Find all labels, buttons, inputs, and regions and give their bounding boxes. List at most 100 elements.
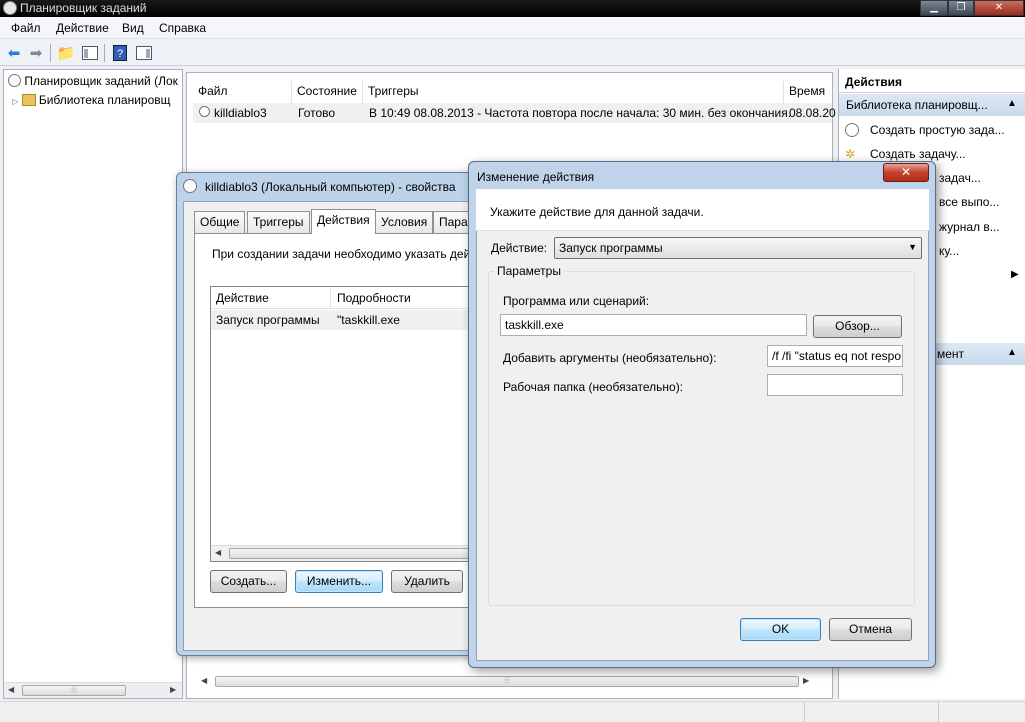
toolbar: ⬅ ➡ 📁 ? <box>0 40 1025 66</box>
menu-help[interactable]: Справка <box>159 21 206 35</box>
menu-view[interactable]: Вид <box>122 21 144 35</box>
actions-hint: При создании задачи необходимо указать д… <box>212 247 477 261</box>
table-row[interactable]: Запуск программы "taskkill.exe <box>211 310 475 330</box>
minimize-button[interactable]: ▁ <box>920 0 948 16</box>
action-type-value: Запуск программы <box>559 241 663 255</box>
working-folder-label: Рабочая папка (необязательно): <box>503 380 684 394</box>
tree-item-library[interactable]: ▷ Библиотека планировщ <box>12 93 171 107</box>
create-action-button[interactable]: Создать... <box>210 570 287 593</box>
show-hide-tree-icon[interactable] <box>80 43 100 63</box>
back-arrow-icon[interactable]: ⬅ <box>4 43 24 63</box>
actions-header-label: Действия <box>845 75 903 89</box>
dialog-prompt: Укажите действие для данной задачи. <box>490 205 704 219</box>
up-folder-icon[interactable]: 📁 <box>56 43 76 63</box>
maximize-button[interactable]: ❐ <box>948 0 974 16</box>
main-window-title: Планировщик заданий <box>20 1 147 15</box>
column-header-triggers[interactable]: Триггеры <box>363 81 784 103</box>
row-action: Запуск программы <box>216 313 320 327</box>
delete-action-button[interactable]: Удалить <box>391 570 463 593</box>
scroll-left-icon[interactable]: ◀ <box>215 548 221 557</box>
action-import-task[interactable]: задач... <box>939 171 981 185</box>
scroll-left-icon[interactable]: ◀ <box>8 685 14 694</box>
actions-section-label: Библиотека планировщ... <box>846 98 988 112</box>
scroll-right-icon[interactable]: ▶ <box>803 676 809 685</box>
actions-section-library[interactable]: Библиотека планировщ... ▲ <box>839 94 1025 116</box>
task-trigger: В 10:49 08.08.2013 - Частота повтора пос… <box>369 106 792 120</box>
task-time: 08.08.20 <box>789 106 836 120</box>
action-enable-log[interactable]: журнал в... <box>939 220 1000 234</box>
task-name: killdiablo3 <box>214 106 267 120</box>
folder-clock-icon <box>21 94 36 106</box>
dialog-header-area: Укажите действие для данной задачи. <box>476 189 929 231</box>
column-header-file[interactable]: Файл <box>193 81 292 103</box>
tab-actions[interactable]: Действия <box>311 209 376 234</box>
show-hide-action-pane-icon[interactable] <box>134 43 154 63</box>
cancel-button[interactable]: Отмена <box>829 618 912 641</box>
collapse-icon[interactable]: ▲ <box>1007 98 1017 109</box>
actions-table: Действие Подробности Запуск программы "t… <box>210 286 476 562</box>
action-type-select[interactable]: Запуск программы ▼ <box>554 237 922 259</box>
menu-file[interactable]: Файл <box>11 21 41 35</box>
properties-title: killdiablo3 (Локальный компьютер) - свой… <box>205 180 456 194</box>
browse-button[interactable]: Обзор... <box>813 315 902 338</box>
program-input[interactable]: taskkill.exe <box>500 314 807 336</box>
edit-dialog-title: Изменение действия <box>477 170 595 184</box>
svg-text:?: ? <box>117 48 123 60</box>
program-label: Программа или сценарий: <box>503 294 650 308</box>
star-clock-icon: ✲ <box>845 147 856 161</box>
dialog-close-button[interactable]: ✕ <box>883 163 929 182</box>
submenu-arrow-icon[interactable]: ▶ <box>1011 269 1019 280</box>
actions-section2-label: мент <box>937 347 965 361</box>
tree-root-label: Планировщик заданий (Лок <box>24 74 178 88</box>
arguments-label: Добавить аргументы (необязательно): <box>503 351 717 365</box>
collapse-icon[interactable]: ▲ <box>1007 347 1017 358</box>
tree-root[interactable]: Планировщик заданий (Лок <box>8 74 178 88</box>
forward-arrow-icon[interactable]: ➡ <box>26 43 46 63</box>
clock-icon <box>8 74 21 87</box>
scrollbar-thumb[interactable]: ⦙⦙⦙ <box>22 685 126 696</box>
task-state: Готово <box>298 106 336 120</box>
menu-action[interactable]: Действие <box>56 21 109 35</box>
clock-icon <box>845 123 859 137</box>
tab-parameters[interactable]: Пара <box>433 211 469 233</box>
tree-library-label: Библиотека планировщ <box>38 93 171 107</box>
scroll-left-icon[interactable]: ◀ <box>201 676 207 685</box>
menu-bar: Файл Действие Вид Справка <box>0 17 1025 39</box>
tab-triggers[interactable]: Триггеры <box>247 211 310 233</box>
column-header-time[interactable]: Время <box>784 81 832 103</box>
list-horizontal-scrollbar[interactable]: ◀ ⦙⦙⦙ ▶ <box>193 674 825 690</box>
close-button[interactable]: ✕ <box>974 0 1024 16</box>
column-header-details[interactable]: Подробности <box>331 287 476 309</box>
navigation-tree: Планировщик заданий (Лок ▷ Библиотека пл… <box>3 69 183 699</box>
status-bar <box>0 701 1025 722</box>
help-icon[interactable]: ? <box>110 43 130 63</box>
action-new-folder[interactable]: ку... <box>939 244 959 258</box>
expand-arrow-icon[interactable]: ▷ <box>12 97 18 106</box>
clock-icon <box>183 179 197 193</box>
column-header-action[interactable]: Действие <box>211 287 331 309</box>
table-row[interactable]: killdiablo3 Готово В 10:49 08.08.2013 - … <box>193 103 836 123</box>
actions-header: Действия <box>839 69 1025 93</box>
task-scheduler-clock-icon <box>3 1 17 15</box>
arguments-input[interactable]: /f /fi "status eq not respo <box>767 345 903 367</box>
column-header-state[interactable]: Состояние <box>292 81 363 103</box>
action-type-label: Действие: <box>491 241 548 255</box>
working-folder-input[interactable] <box>767 374 903 396</box>
edit-action-button[interactable]: Изменить... <box>295 570 383 593</box>
main-title-bar: Планировщик заданий ▁ ❐ ✕ <box>0 0 1025 17</box>
scroll-right-icon[interactable]: ▶ <box>170 685 176 694</box>
scrollbar-thumb[interactable] <box>229 548 469 559</box>
ok-button[interactable]: OK <box>740 618 821 641</box>
actions-tab-panel: При создании задачи необходимо указать д… <box>194 233 477 608</box>
action-create-basic-task[interactable]: Создать простую зада... <box>870 123 1005 137</box>
parameters-group-label: Параметры <box>494 264 564 278</box>
tab-conditions[interactable]: Условия <box>375 211 434 233</box>
tab-general[interactable]: Общие <box>194 211 246 233</box>
task-clock-icon <box>199 106 210 117</box>
actions-table-scrollbar[interactable]: ◀ <box>211 545 475 561</box>
dropdown-arrow-icon[interactable]: ▼ <box>908 242 917 252</box>
tree-horizontal-scrollbar[interactable]: ◀ ⦙⦙⦙ ▶ <box>4 682 182 698</box>
action-create-task[interactable]: Создать задачу... <box>870 147 966 161</box>
scrollbar-thumb[interactable]: ⦙⦙⦙ <box>215 676 799 687</box>
action-show-running[interactable]: все выпо... <box>939 195 999 209</box>
